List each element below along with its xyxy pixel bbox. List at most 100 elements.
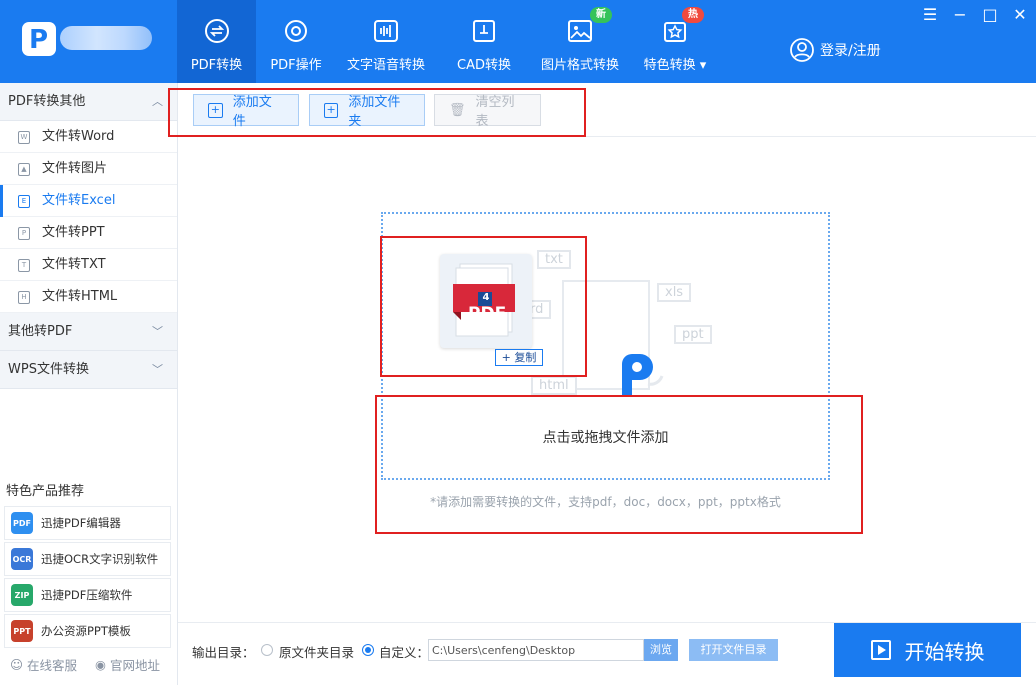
image-file-icon: ▲ bbox=[18, 163, 30, 176]
close-icon[interactable]: ✕ bbox=[1012, 5, 1028, 24]
output-path-input[interactable] bbox=[428, 639, 644, 661]
nav-image-convert[interactable]: 图片格式转换 新 bbox=[532, 0, 628, 83]
sidebar-item-label: 文件转HTML bbox=[42, 289, 118, 304]
recommend-label: 办公资源PPT模板 bbox=[41, 624, 131, 638]
badge-hot: 热 bbox=[682, 7, 704, 23]
pdf-editor-icon: PDF bbox=[11, 512, 33, 534]
main-nav: PDF转换 PDF操作 文字语音转换 CAD转换 图片格式转换 新 特色转换 ▾… bbox=[177, 0, 722, 83]
image-icon bbox=[567, 18, 593, 44]
pdf-label: PDF bbox=[468, 304, 507, 324]
nav-pdf-operate[interactable]: PDF操作 bbox=[256, 0, 336, 83]
sidebar-item-excel[interactable]: E 文件转Excel bbox=[0, 185, 177, 217]
voice-wave-icon bbox=[373, 18, 399, 44]
nav-cad-convert[interactable]: CAD转换 bbox=[436, 0, 532, 83]
recommend-label: 迅捷OCR文字识别软件 bbox=[41, 552, 159, 566]
app-p-logo-icon bbox=[622, 354, 664, 396]
chevron-down-icon: ﹀ bbox=[152, 363, 163, 376]
app-logo: P bbox=[22, 22, 56, 56]
sidebar-item-txt[interactable]: T 文件转TXT bbox=[0, 249, 177, 281]
footer-links: ☺ 在线客服 ◉ 官网地址 bbox=[10, 655, 160, 674]
recommend-ppt-template[interactable]: PPT 办公资源PPT模板 bbox=[4, 614, 171, 648]
txt-tag: txt bbox=[537, 250, 571, 269]
add-file-icon: + bbox=[208, 102, 223, 118]
html-tag: html bbox=[531, 376, 577, 395]
nav-label: CAD转换 bbox=[457, 58, 511, 73]
sidebar-section-wps[interactable]: WPS文件转换 ﹀ bbox=[0, 351, 177, 389]
recommend-ocr[interactable]: OCR 迅捷OCR文字识别软件 bbox=[4, 542, 171, 576]
browse-button[interactable]: 浏览 bbox=[644, 639, 678, 661]
chevron-up-icon: ︿ bbox=[152, 95, 163, 108]
sidebar: PDF转换其他 ︿ W 文件转Word ▲ 文件转图片 E 文件转Excel P 文件转… bbox=[0, 83, 178, 685]
title-bar: P PDF转换 PDF操作 文字语音转换 CAD转换 图片格式转换 新 特色转换… bbox=[0, 0, 1036, 83]
sidebar-item-label: 文件转图片 bbox=[42, 161, 108, 176]
add-folder-icon: + bbox=[324, 102, 339, 118]
nav-pdf-convert[interactable]: PDF转换 bbox=[177, 0, 256, 83]
star-icon bbox=[662, 18, 688, 44]
sidebar-item-label: 文件转Word bbox=[42, 129, 115, 144]
sidebar-item-html[interactable]: H 文件转HTML bbox=[0, 281, 177, 313]
recommend-label: 迅捷PDF编辑器 bbox=[41, 516, 121, 530]
dragged-pdf-preview: 4 PDF bbox=[440, 254, 532, 348]
radio-label: 原文件夹目录 bbox=[279, 645, 355, 660]
clear-list-button[interactable]: 🗑 清空列表 bbox=[434, 94, 541, 129]
app-name-blurred bbox=[60, 26, 152, 50]
maximize-icon[interactable]: □ bbox=[982, 5, 998, 24]
txt-file-icon: T bbox=[18, 259, 30, 272]
output-label: 输出目录： bbox=[192, 645, 255, 660]
sidebar-item-label: 文件转PPT bbox=[42, 225, 105, 240]
login-button[interactable]: 登录/注册 bbox=[790, 38, 881, 62]
gear-icon bbox=[283, 18, 309, 44]
link-label: 官网地址 bbox=[109, 658, 160, 673]
nav-label: 图片格式转换 bbox=[540, 58, 619, 73]
trash-icon: 🗑 bbox=[449, 102, 466, 118]
button-label: 添加文件夹 bbox=[348, 95, 401, 129]
xls-tag: xls bbox=[657, 283, 692, 302]
ppt-template-icon: PPT bbox=[11, 620, 33, 642]
start-convert-button[interactable]: 开始转换 bbox=[834, 623, 1021, 677]
word-file-icon: W bbox=[18, 131, 30, 144]
link-label: 在线客服 bbox=[27, 658, 78, 673]
globe-icon: ◉ bbox=[95, 657, 106, 672]
open-folder-button[interactable]: 打开文件目录 bbox=[689, 639, 778, 661]
cad-icon bbox=[471, 18, 497, 44]
convert-icon bbox=[204, 18, 230, 44]
supported-formats-hint: *请添加需要转换的文件，支持pdf，doc，docx，ppt，pptx格式 bbox=[430, 495, 781, 509]
window-controls: ☰ − □ ✕ bbox=[922, 5, 1028, 24]
page-count: 4 bbox=[482, 292, 490, 303]
recommend-pdf-editor[interactable]: PDF 迅捷PDF编辑器 bbox=[4, 506, 171, 540]
sidebar-item-ppt[interactable]: P 文件转PPT bbox=[0, 217, 177, 249]
menu-icon[interactable]: ☰ bbox=[922, 5, 938, 24]
button-label: 添加文件 bbox=[232, 95, 272, 129]
file-toolbar: + 添加文件 + 添加文件夹 🗑 清空列表 bbox=[178, 83, 1036, 137]
nav-label: 文字语音转换 bbox=[346, 58, 425, 73]
ocr-icon: OCR bbox=[11, 548, 33, 570]
sidebar-section-other-to-pdf[interactable]: 其他转PDF ﹀ bbox=[0, 313, 177, 351]
compress-icon: ZIP bbox=[11, 584, 33, 606]
drop-instruction: 点击或拖拽文件添加 bbox=[542, 430, 669, 446]
radio-original-folder[interactable] bbox=[261, 644, 273, 656]
add-folder-button[interactable]: + 添加文件夹 bbox=[309, 94, 425, 129]
chevron-down-icon: ﹀ bbox=[152, 325, 163, 338]
play-icon bbox=[870, 640, 891, 660]
section-label: PDF转换其他 bbox=[8, 94, 86, 109]
sidebar-item-image[interactable]: ▲ 文件转图片 bbox=[0, 153, 177, 185]
nav-label: PDF转换 bbox=[190, 58, 243, 73]
recommend-pdf-compress[interactable]: ZIP 迅捷PDF压缩软件 bbox=[4, 578, 171, 612]
nav-special-convert[interactable]: 特色转换 ▾ 热 bbox=[628, 0, 722, 83]
nav-voice-convert[interactable]: 文字语音转换 bbox=[336, 0, 436, 83]
online-support-link[interactable]: ☺ 在线客服 bbox=[10, 655, 77, 674]
sidebar-item-word[interactable]: W 文件转Word bbox=[0, 121, 177, 153]
ppt-tag: ppt bbox=[674, 325, 712, 344]
headset-icon: ☺ bbox=[10, 657, 24, 672]
copy-tooltip: + 复制 bbox=[495, 349, 543, 366]
sidebar-section-pdf-other[interactable]: PDF转换其他 ︿ bbox=[0, 83, 177, 121]
radio-custom-folder[interactable] bbox=[362, 644, 374, 656]
recommend-label: 迅捷PDF压缩软件 bbox=[41, 588, 133, 602]
badge-new: 新 bbox=[590, 7, 612, 23]
website-link[interactable]: ◉ 官网地址 bbox=[95, 655, 160, 674]
button-label: 开始转换 bbox=[904, 639, 985, 664]
button-label: 清空列表 bbox=[475, 95, 515, 129]
sidebar-item-label: 文件转Excel bbox=[42, 193, 116, 208]
add-file-button[interactable]: + 添加文件 bbox=[193, 94, 299, 129]
minimize-icon[interactable]: − bbox=[952, 5, 968, 24]
